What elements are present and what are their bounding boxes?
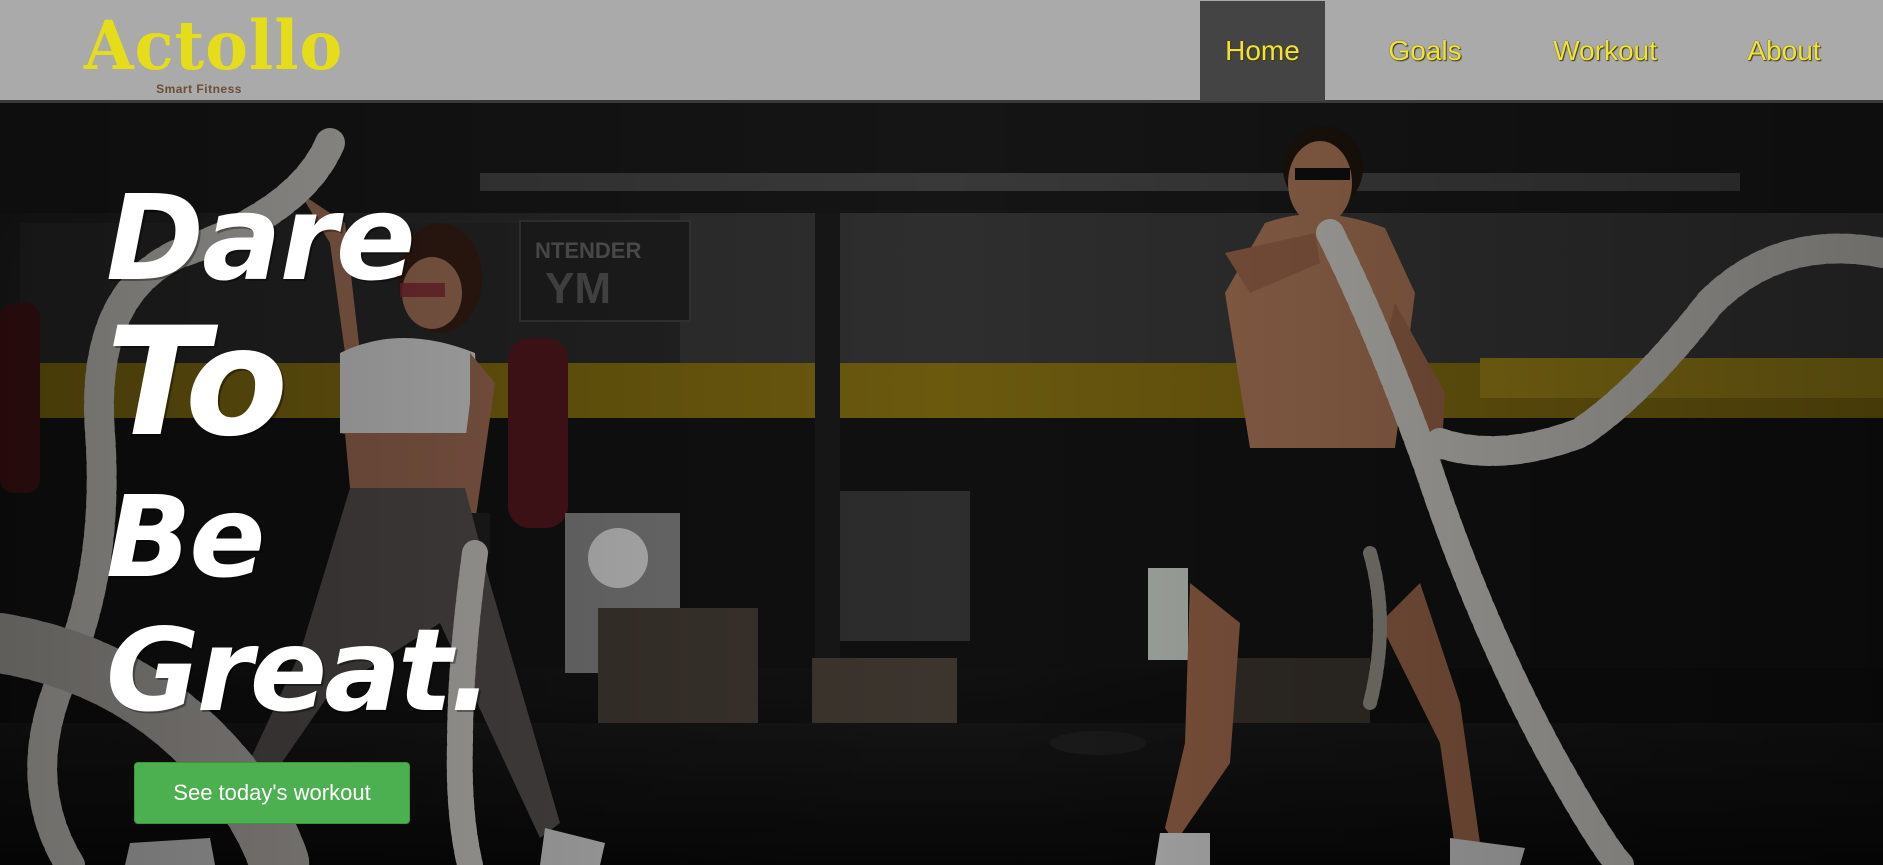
main-nav: Home Goals Workout About (1200, 1, 1883, 101)
headline-line-2: To (106, 296, 288, 470)
brand-tagline: Smart Fitness (156, 82, 242, 96)
headline-line-1: Dare (106, 169, 416, 307)
see-workout-button[interactable]: See today's workout (134, 762, 410, 824)
navbar: Actollo Smart Fitness Home Goals Workout… (0, 0, 1883, 103)
headline-line-4: Great. (106, 604, 493, 737)
nav-item-goals[interactable]: Goals (1325, 1, 1525, 101)
brand-logo[interactable]: Actollo Smart Fitness (84, 7, 344, 96)
nav-item-home[interactable]: Home (1200, 1, 1325, 101)
nav-item-about[interactable]: About (1685, 1, 1883, 101)
brand-name: Actollo (84, 7, 344, 86)
page: Actollo Smart Fitness Home Goals Workout… (0, 0, 1883, 865)
headline-line-3: Be (106, 473, 265, 603)
nav-item-workout[interactable]: Workout (1525, 1, 1685, 101)
hero-section: NTENDER YM (0, 103, 1883, 865)
